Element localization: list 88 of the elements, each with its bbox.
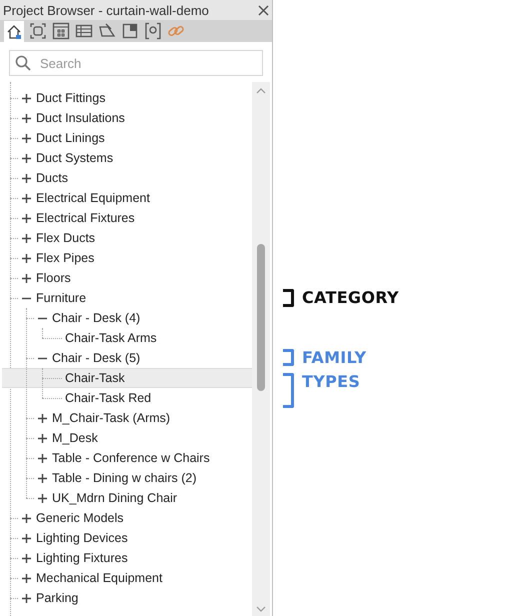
expand-icon[interactable] [38,494,47,502]
tree-label: Chair - Desk (5) [52,350,140,367]
expand-icon[interactable] [38,414,47,422]
corner-square-icon[interactable] [121,22,139,40]
tree-row[interactable]: Table - Conference w Chairs [2,448,252,468]
tree-label: Flex Ducts [36,230,96,247]
tree-row[interactable]: Duct Systems [2,148,252,168]
tree-label: Flex Pipes [36,250,94,267]
tree-label: Duct Insulations [36,110,125,127]
home-tab[interactable] [4,21,24,42]
expand-icon[interactable] [22,274,31,282]
tree-label: Electrical Fixtures [36,210,135,227]
tree-label: Electrical Equipment [36,190,150,207]
expand-icon[interactable] [22,134,31,142]
tree-label: Table - Dining w chairs (2) [52,470,196,487]
expand-icon[interactable] [22,214,31,222]
tree-label: Duct Systems [36,150,114,167]
search-icon [15,55,31,71]
tree-row[interactable]: Flex Ducts [2,228,252,248]
scrollbar[interactable] [252,82,270,616]
tree-label: M_Desk [52,430,98,447]
scroll-thumb[interactable] [257,244,265,391]
tree-label: Lighting Devices [36,530,128,547]
tree-row[interactable]: Floors [2,268,252,288]
annotation-label: FAMILY [302,349,366,367]
tree-label: Generic Models [36,510,124,527]
tree-label: Chair-Task [65,370,125,387]
tree-row[interactable]: Table - Dining w chairs (2) [2,468,252,488]
bracket-circle-icon[interactable] [144,22,162,40]
expand-icon[interactable] [22,574,31,582]
tree-row[interactable]: Mechanical Equipment [2,568,252,588]
close-icon[interactable] [258,4,269,16]
tree-row[interactable]: Lighting Devices [2,528,252,548]
tree-row[interactable]: Electrical Fixtures [2,208,252,228]
expand-icon[interactable] [22,194,31,202]
tree-row[interactable]: M_Desk [2,428,252,448]
expand-icon[interactable] [38,474,47,482]
tree-row[interactable]: UK_Mdrn Dining Chair [2,488,252,508]
tree-label: Table - Conference w Chairs [52,450,210,467]
view-icon[interactable] [29,22,47,40]
expand-icon[interactable] [22,94,31,102]
tree-row[interactable]: Chair-Task [2,368,252,388]
tree-row[interactable]: Parking [2,588,252,608]
tree-label: Chair - Desk (4) [52,310,140,327]
tree-row[interactable]: M_Chair-Task (Arms) [2,408,252,428]
tree-row[interactable]: Lighting Fixtures [2,548,252,568]
tree-label: Chair-Task Red [65,390,152,407]
tree-row[interactable]: Chair - Desk (4) [2,308,252,328]
expand-icon[interactable] [22,254,31,262]
expand-icon[interactable] [22,234,31,242]
expand-icon[interactable] [22,534,31,542]
schedule-grid-icon[interactable] [52,22,70,40]
tree-label: Lighting Fixtures [36,550,128,567]
tree-row[interactable]: Chair - Desk (5) [2,348,252,368]
search-field[interactable]: Search [9,50,263,76]
expand-icon[interactable] [22,154,31,162]
expand-icon[interactable] [22,174,31,182]
tree-label: Mechanical Equipment [36,570,162,587]
tree-label: UK_Mdrn Dining Chair [52,490,178,507]
tree-row[interactable]: Electrical Equipment [2,188,252,208]
tree-row[interactable]: Duct Fittings [2,88,252,108]
tree-row[interactable]: Chair-Task Arms [2,328,252,348]
tree-label: Furniture [36,290,86,307]
expand-icon[interactable] [22,114,31,122]
tree-row[interactable]: Furniture [2,288,252,308]
expand-icon[interactable] [38,434,47,442]
tree-row[interactable]: Generic Models [2,508,252,528]
expand-icon[interactable] [22,514,31,522]
table-icon[interactable] [75,22,93,40]
tree-label: Duct Linings [36,130,105,147]
tree-label: Duct Fittings [36,90,106,107]
expand-icon[interactable] [22,554,31,562]
tree-label: Floors [36,270,71,287]
tree-label: Parking [36,590,78,607]
tree-label: M_Chair-Task (Arms) [52,410,170,427]
window-title: Project Browser - curtain-wall-demo [3,4,209,16]
tree-row[interactable]: Ducts [2,168,252,188]
annotation-label: TYPES [302,373,360,391]
house-icon [6,24,22,40]
annotation-label: CATEGORY [302,289,399,307]
expand-icon[interactable] [38,454,47,462]
tree-label: Chair-Task Arms [65,330,157,347]
tree-row[interactable]: Chair-Task Red [2,388,252,408]
tree-label: Ducts [36,170,68,187]
expand-icon[interactable] [22,594,31,602]
tree-row[interactable]: Flex Pipes [2,248,252,268]
tree-row[interactable]: Duct Linings [2,128,252,148]
tree-row[interactable]: Duct Insulations [2,108,252,128]
